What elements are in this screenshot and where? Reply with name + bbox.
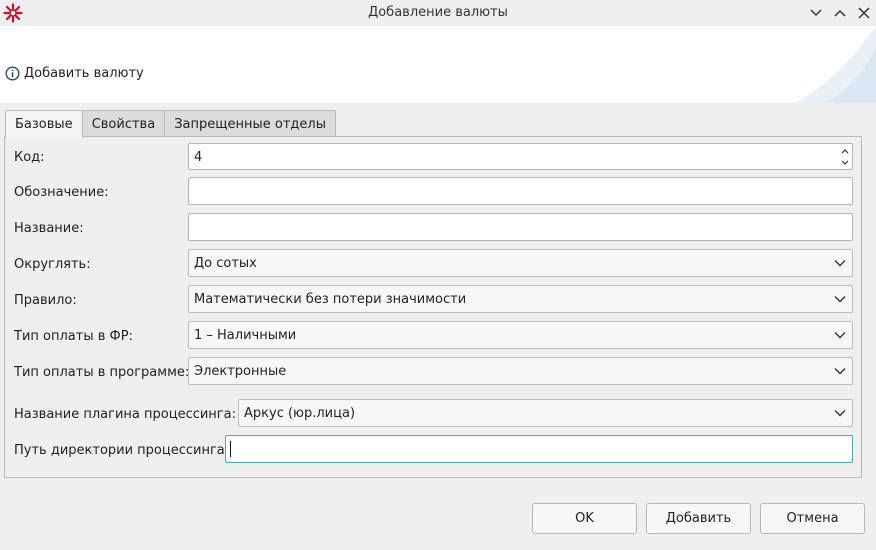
code-value: 4 — [194, 150, 203, 165]
fr-payment-type-select[interactable]: 1 – Наличными — [188, 321, 853, 349]
code-spinbox[interactable]: 4 — [188, 143, 853, 170]
processing-path-input[interactable] — [225, 435, 853, 463]
processing-path-label: Путь директории процессинга: — [14, 443, 230, 458]
chevron-down-icon — [834, 296, 846, 303]
ok-button[interactable]: OK — [532, 503, 637, 534]
dialog-header: Добавить валюту — [0, 26, 876, 103]
basic-tab-panel: Код: 4 Обозначение: Название: Округлять:… — [4, 136, 862, 478]
chevron-down-icon — [834, 368, 846, 375]
chevron-down-icon — [834, 410, 846, 417]
spinner-arrows-icon[interactable] — [840, 145, 850, 169]
fr-payment-type-value: 1 – Наличными — [194, 328, 297, 343]
tab-basic[interactable]: Базовые — [5, 110, 83, 138]
plugin-name-select[interactable]: Аркус (юр.лица) — [238, 399, 853, 427]
fr-payment-type-label: Тип оплаты в ФР: — [14, 329, 133, 344]
info-icon — [5, 66, 20, 81]
rounding-label: Округлять: — [14, 257, 91, 272]
close-button[interactable] — [855, 4, 873, 22]
code-label: Код: — [14, 150, 45, 165]
symbol-label: Обозначение: — [14, 185, 109, 200]
program-payment-type-select[interactable]: Электронные — [188, 357, 853, 385]
plugin-name-value: Аркус (юр.лица) — [244, 406, 356, 421]
tab-properties[interactable]: Свойства — [81, 110, 166, 137]
symbol-input[interactable] — [188, 177, 853, 205]
tab-bar: Базовые Свойства Запрещенные отделы — [5, 110, 336, 138]
program-payment-type-label: Тип оплаты в программе: — [14, 365, 190, 380]
minimize-button[interactable] — [807, 4, 825, 22]
rule-label: Правило: — [14, 293, 77, 308]
tab-forbidden-departments[interactable]: Запрещенные отделы — [164, 110, 336, 137]
cancel-button[interactable]: Отмена — [760, 503, 865, 534]
name-label: Название: — [14, 221, 84, 236]
add-button[interactable]: Добавить — [646, 503, 751, 534]
rule-select[interactable]: Математически без потери значимости — [188, 285, 853, 313]
header-decoration — [796, 26, 876, 103]
close-icon — [858, 7, 870, 19]
chevron-down-icon — [810, 9, 822, 17]
rounding-value: До сотых — [194, 256, 257, 271]
title-bar: Добавление валюты — [0, 0, 876, 26]
program-payment-type-value: Электронные — [194, 364, 287, 379]
maximize-button[interactable] — [831, 4, 849, 22]
window-title: Добавление валюты — [368, 5, 508, 20]
chevron-down-icon — [834, 332, 846, 339]
text-caret — [230, 441, 231, 457]
header-caption-row: Добавить валюту — [5, 66, 144, 81]
name-input[interactable] — [188, 213, 853, 241]
chevron-down-icon — [834, 260, 846, 267]
rounding-select[interactable]: До сотых — [188, 249, 853, 277]
header-caption: Добавить валюту — [24, 66, 144, 81]
plugin-name-label: Название плагина процессинга: — [14, 407, 236, 422]
chevron-up-icon — [834, 9, 846, 17]
rule-value: Математически без потери значимости — [194, 292, 467, 307]
